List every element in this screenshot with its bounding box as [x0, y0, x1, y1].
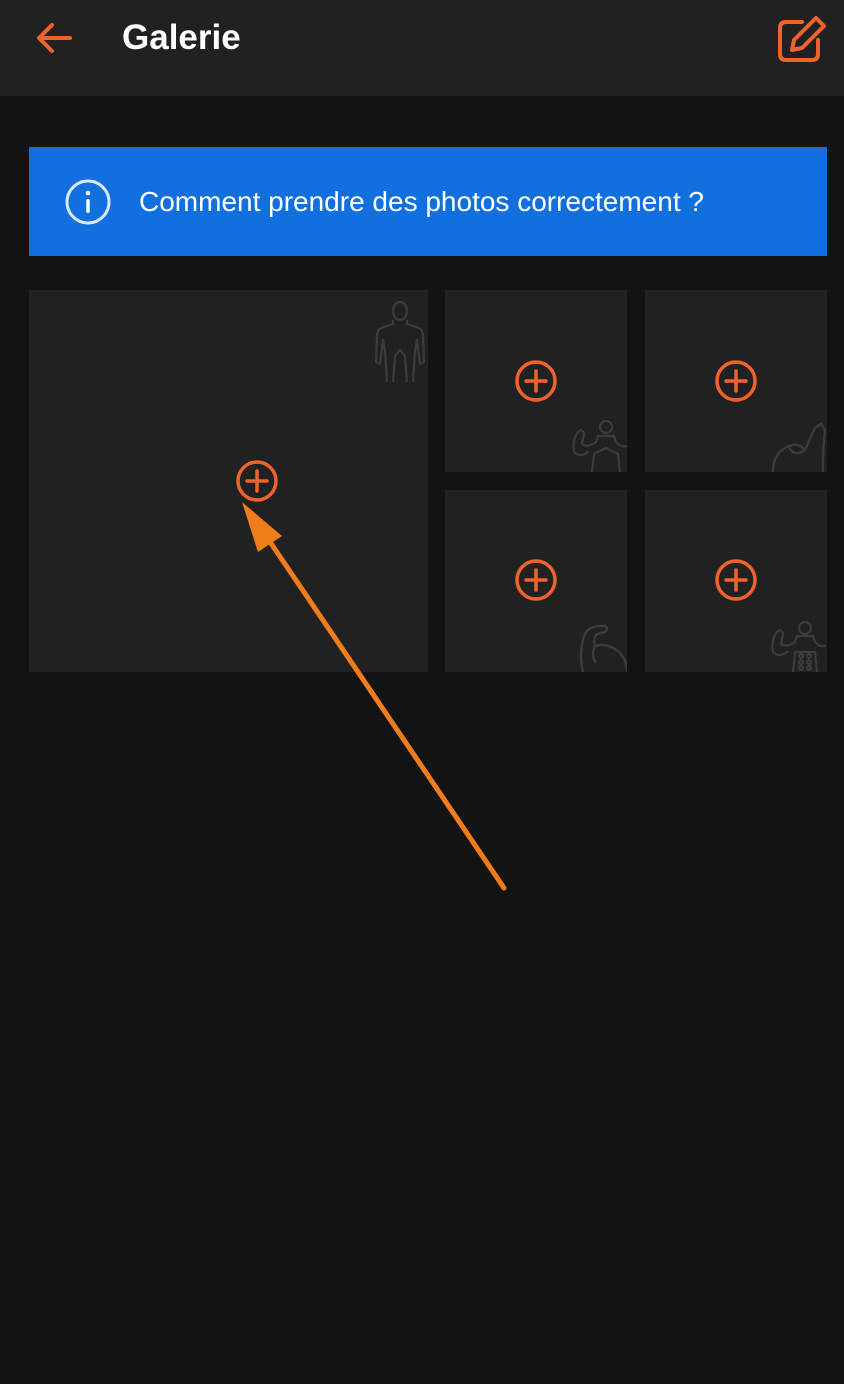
plus-circle-icon[interactable] — [714, 359, 758, 403]
arrow-left-icon — [37, 23, 72, 53]
banner-text: Comment prendre des photos correctement … — [139, 185, 704, 217]
plus-circle-icon[interactable] — [235, 459, 279, 503]
edit-square-icon — [778, 16, 826, 62]
plus-circle-icon[interactable] — [714, 558, 758, 602]
gallery-screen: Galerie Comment prendre des photos corre… — [0, 0, 844, 1384]
plus-circle-icon[interactable] — [514, 359, 558, 403]
photo-slot-front[interactable] — [29, 290, 428, 672]
info-circle-icon — [65, 179, 111, 224]
page-title: Galerie — [122, 18, 241, 57]
photo-slot-front-abs[interactable] — [645, 490, 827, 672]
back-button[interactable] — [28, 14, 80, 62]
back-double-biceps-silhouette-icon — [572, 419, 627, 472]
side-arm-silhouette-icon — [579, 624, 627, 672]
front-body-silhouette-icon — [374, 300, 426, 382]
edit-button[interactable] — [772, 10, 832, 68]
front-double-biceps-silhouette-icon — [771, 620, 827, 672]
photo-slot-side-arm[interactable] — [445, 490, 627, 672]
photo-slot-back[interactable] — [445, 290, 627, 472]
top-app-bar: Galerie — [0, 0, 844, 96]
photo-tips-banner[interactable]: Comment prendre des photos correctement … — [29, 147, 827, 256]
photo-slot-arm[interactable] — [645, 290, 827, 472]
plus-circle-icon[interactable] — [514, 558, 558, 602]
flexed-arm-silhouette-icon — [771, 422, 827, 472]
